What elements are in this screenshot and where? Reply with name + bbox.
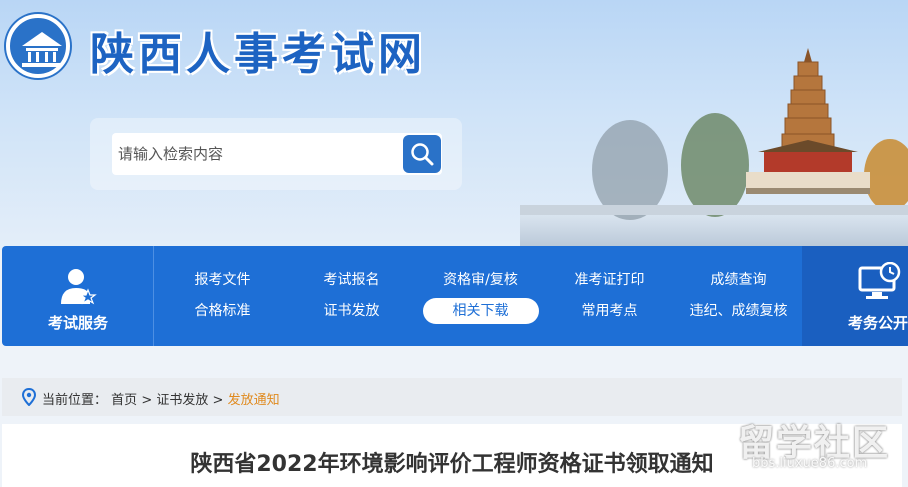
nav-link-kaoshi-baoming[interactable]: 考试报名 [287,266,416,297]
site-title: 陕西人事考试网 [90,29,426,80]
nav-link-zhengshu-fafang[interactable]: 证书发放 [287,297,416,328]
user-star-icon [61,269,97,305]
site-logo[interactable] [6,14,70,78]
main-nav: 考试服务 报考文件 考试报名 资格审/复核 准考证打印 成绩查询 合格标准 证书… [2,246,908,346]
breadcrumb-section[interactable]: 证书发放 [156,393,208,408]
nav-link-zhunkaozheng[interactable]: 准考证打印 [545,266,674,297]
monitor-clock-icon [858,262,901,299]
pagoda-scenery-image [520,48,908,250]
watermark: 留学社区 bbs.liuxue86.com [738,414,908,484]
search-button[interactable] [403,135,441,173]
breadcrumb-current[interactable]: 发放通知 [228,393,280,408]
exam-service-label: 考试服务 [47,314,108,332]
nav-link-baokao-wenjian[interactable]: 报考文件 [158,266,287,297]
nav-links: 报考文件 考试报名 资格审/复核 准考证打印 成绩查询 合格标准 证书发放 相关… [158,266,804,330]
nav-link-chengji-chaxun[interactable]: 成绩查询 [674,266,803,297]
search-icon [411,143,434,166]
building-logo-icon [22,32,62,67]
nav-link-hege-biaozhun[interactable]: 合格标准 [158,297,287,328]
search-input[interactable] [112,133,442,175]
nav-link-zige-shen[interactable]: 资格审/复核 [416,266,545,297]
nav-link-xiangguan-xiazai[interactable]: 相关下载 [416,297,545,328]
watermark-url: bbs.liuxue86.com [752,456,868,471]
breadcrumb-separator: > [141,393,153,408]
nav-link-changyong-kaodian[interactable]: 常用考点 [545,297,674,328]
exam-service-section[interactable]: 考试服务 [2,246,154,346]
breadcrumb-home[interactable]: 首页 [111,393,137,408]
breadcrumb-separator: > [212,393,224,408]
site-header: 陕西人事考试网 [0,0,908,250]
breadcrumb-prefix: 当前位置： [42,393,108,408]
exam-affairs-section[interactable]: 考务公开 [802,246,908,346]
search-box [90,118,462,190]
exam-affairs-label: 考务公开 [848,314,908,332]
breadcrumb: 当前位置： 首页 > 证书发放 > 发放通知 [2,378,902,416]
location-pin-icon [22,388,36,406]
nav-link-weiji-fuhe[interactable]: 违纪、成绩复核 [674,297,803,328]
